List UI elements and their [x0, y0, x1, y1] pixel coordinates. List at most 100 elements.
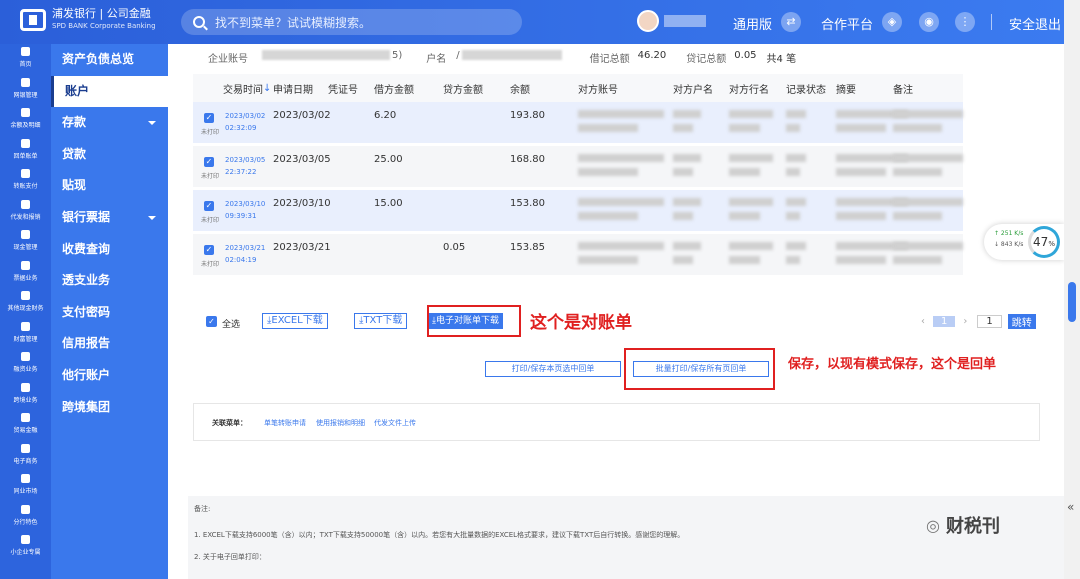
related-link-transfer[interactable]: 单笔转账申请: [264, 418, 306, 428]
menu-item[interactable]: 他行账户: [51, 360, 168, 392]
menu-item[interactable]: 信用报告: [51, 328, 168, 360]
select-all-checkbox[interactable]: ✓: [206, 316, 217, 327]
icon-rail: 首页 网银管理 余额及明细回单账单转账支付 代发和报销 现金管理 票据业务 其他现金财务 财富…: [0, 44, 51, 579]
location-icon[interactable]: ◉: [919, 12, 939, 32]
transaction-date[interactable]: 2023/03/05: [225, 154, 265, 166]
transaction-clock: 22:37:22: [225, 168, 257, 176]
heart-icon: [21, 474, 30, 483]
menu-item[interactable]: 存款: [51, 107, 168, 139]
rail-item[interactable]: 首页: [0, 44, 51, 75]
apply-date: 2023/03/10: [273, 198, 331, 209]
related-link-reimburse[interactable]: 使用报销和明细: [316, 418, 365, 428]
collapse-icon[interactable]: «: [1067, 500, 1074, 514]
rail-item[interactable]: 回单账单: [0, 136, 51, 167]
rail-item[interactable]: 代发和报销: [0, 197, 51, 228]
rail-item[interactable]: 网银管理: [0, 75, 51, 106]
rail-item-label: 跨境业务: [13, 396, 38, 404]
sort-arrow-icon[interactable]: ↓: [263, 83, 271, 94]
rail-item[interactable]: 票据业务: [0, 258, 51, 289]
redacted-field: [578, 198, 664, 206]
more-icon[interactable]: ⋮: [955, 12, 975, 32]
menu-item[interactable]: 支付密码: [51, 297, 168, 329]
annotation-box-receipt: [624, 348, 775, 390]
doc-icon: [21, 108, 30, 117]
secondary-menu: 资产负债总览账户存款贷款 贴现 银行票据 收费查询 透支业务 支付密码 信用报告 他行账户 跨境…: [51, 44, 168, 579]
redacted-field: [893, 212, 942, 220]
chart-icon: [21, 321, 30, 331]
menu-item[interactable]: 收费查询: [51, 234, 168, 266]
rail-item[interactable]: 转账支付: [0, 166, 51, 197]
rail-item-label: 小企业专属: [10, 549, 41, 556]
scrollbar-thumb[interactable]: [1068, 282, 1076, 322]
row-checkbox[interactable]: ✓: [204, 245, 214, 255]
menu-item[interactable]: 贴现: [51, 170, 168, 202]
transaction-date[interactable]: 2023/03/21: [225, 242, 265, 254]
menu-item[interactable]: 跨境集团: [51, 392, 168, 424]
rail-item[interactable]: 财富管理: [0, 319, 51, 350]
rail-item[interactable]: 余额及明细: [0, 105, 51, 136]
print-status: 未打印: [201, 129, 220, 136]
network-speed-widget[interactable]: ↑ 251 K/s ↓ 843 K/s 47%: [984, 224, 1064, 260]
rail-item[interactable]: 分行特色: [0, 502, 51, 533]
transaction-clock: 02:04:19: [225, 256, 257, 264]
rail-item[interactable]: 小企业专属: [0, 532, 51, 563]
menu-item[interactable]: 贷款: [51, 139, 168, 171]
swap-icon[interactable]: ⇄: [781, 12, 801, 32]
rail-item[interactable]: 跨境业务: [0, 380, 51, 411]
excel-download-button[interactable]: ⤓EXCEL下载: [262, 313, 328, 329]
version-switch[interactable]: 通用版: [733, 14, 772, 33]
rail-item-label: 同业市场: [13, 488, 38, 495]
transaction-date[interactable]: 2023/03/10: [225, 198, 265, 210]
print-page-receipts-button[interactable]: 打印/保存本页选中回单: [485, 361, 621, 377]
rail-item[interactable]: 贸易金融: [0, 410, 51, 441]
prev-page-icon[interactable]: ‹: [921, 316, 925, 327]
rail-item[interactable]: 融资业务: [0, 349, 51, 380]
rail-item[interactable]: 同业市场: [0, 471, 51, 502]
avatar[interactable]: [637, 10, 659, 32]
row-checkbox[interactable]: ✓: [204, 157, 214, 167]
credit-amount: 0.05: [443, 242, 466, 253]
logout-button[interactable]: 安全退出: [1009, 14, 1061, 33]
redacted-field: [673, 212, 693, 220]
txt-download-button[interactable]: ⤓TXT下载: [354, 313, 408, 329]
goto-page-input[interactable]: 1: [977, 315, 1002, 328]
rail-item-label: 回单账单: [13, 152, 38, 160]
balance: 153.85: [510, 242, 545, 253]
menu-item[interactable]: 透支业务: [51, 265, 168, 297]
scrollbar[interactable]: «: [1064, 0, 1080, 579]
notes-line-2: 2. 关于电子回单打印：: [194, 553, 266, 561]
table-row[interactable]: ✓ 未打印 2023/03/21 02:04:19 2023/03/21 0.05 153.…: [193, 234, 963, 278]
redacted-field: [729, 256, 760, 264]
redacted-field: [578, 256, 638, 264]
spdb-logo-icon: [20, 9, 46, 31]
menu-item[interactable]: 银行票据: [51, 202, 168, 234]
jump-button[interactable]: 跳转: [1007, 314, 1036, 329]
user-icon: [21, 535, 30, 544]
table-row[interactable]: ✓ 未打印 2023/03/02 02:32:09 2023/03/02 6.20 193.…: [193, 102, 963, 146]
redacted-field: [786, 110, 806, 118]
menu-item[interactable]: 资产负债总览: [51, 44, 168, 76]
rail-item[interactable]: 其他现金财务: [0, 288, 51, 319]
menu-item-label: 账户: [65, 83, 90, 98]
redacted-field: [673, 168, 693, 176]
current-page[interactable]: 1: [933, 316, 956, 327]
partner-platform-link[interactable]: 合作平台: [821, 14, 873, 33]
rail-item[interactable]: 现金管理: [0, 227, 51, 258]
related-link-upload[interactable]: 代发文件上传: [374, 418, 416, 428]
menu-search-input[interactable]: 找不到菜单？试试模糊搜索。: [181, 9, 522, 35]
menu-item[interactable]: 账户: [51, 75, 168, 108]
account-name-redacted: [461, 50, 562, 60]
row-checkbox[interactable]: ✓: [204, 201, 214, 211]
row-checkbox[interactable]: ✓: [204, 113, 214, 123]
layers-icon[interactable]: ◈: [882, 12, 902, 32]
annotation-box-statement: [427, 305, 521, 337]
redacted-field: [729, 154, 773, 162]
column-header[interactable]: 交易时间: [223, 81, 263, 96]
table-row[interactable]: ✓ 未打印 2023/03/05 22:37:22 2023/03/05 25.00 168…: [193, 146, 963, 190]
menu-item-label: 存款: [62, 115, 87, 130]
rail-item[interactable]: 电子商务: [0, 441, 51, 472]
redacted-field: [836, 124, 886, 132]
next-page-icon[interactable]: ›: [963, 316, 967, 327]
transaction-date[interactable]: 2023/03/02: [225, 110, 265, 122]
table-row[interactable]: ✓ 未打印 2023/03/10 09:39:31 2023/03/10 15.00 153…: [193, 190, 963, 234]
